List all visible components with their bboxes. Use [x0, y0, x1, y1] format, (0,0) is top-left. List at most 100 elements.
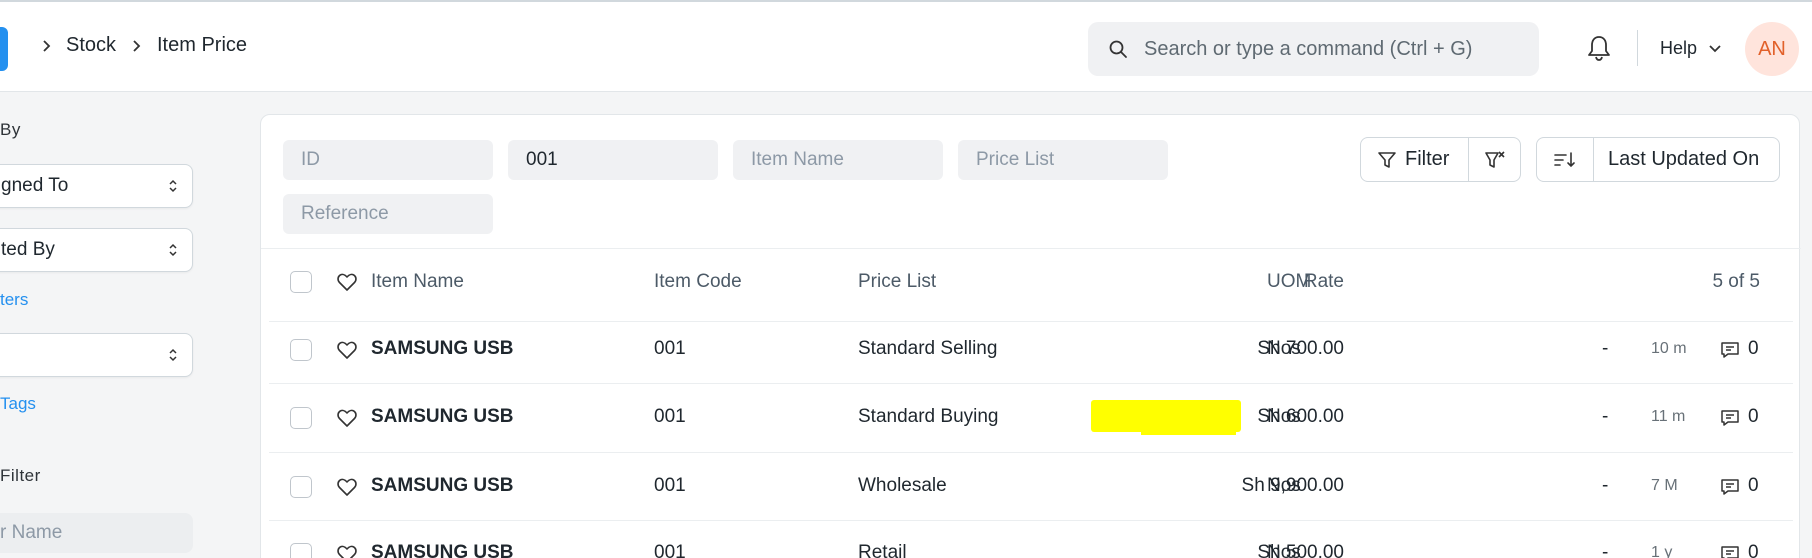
row-modified: 11 m: [1651, 408, 1686, 425]
breadcrumb-stock[interactable]: Stock: [66, 34, 116, 57]
heart-icon[interactable]: [336, 476, 358, 498]
show-tags-link[interactable]: Tags: [0, 394, 36, 414]
heart-icon[interactable]: [336, 271, 358, 293]
column-item-code[interactable]: Item Code: [654, 271, 742, 293]
filter-name-input[interactable]: r Name: [0, 513, 193, 553]
row-item-code: 001: [654, 338, 686, 359]
button-divider: [1593, 138, 1594, 181]
heart-icon[interactable]: [336, 407, 358, 429]
row-dash: -: [1602, 406, 1609, 427]
item-code-filter[interactable]: 001: [508, 140, 718, 180]
tags-select[interactable]: [0, 333, 193, 377]
row-dash: -: [1602, 475, 1609, 496]
reference-filter[interactable]: Reference: [283, 194, 493, 234]
row-checkbox[interactable]: [290, 407, 312, 429]
divider: [269, 520, 1793, 521]
column-uom[interactable]: UOM: [1267, 271, 1311, 293]
row-rate: Sh 500.00: [1257, 542, 1344, 558]
row-item-code: 001: [654, 475, 686, 496]
row-item-code: 001: [654, 406, 686, 427]
sort-icon: [1554, 152, 1575, 168]
search-bar[interactable]: [1088, 22, 1539, 76]
app-logo[interactable]: [0, 27, 8, 71]
row-item-name[interactable]: SAMSUNG USB: [371, 338, 514, 360]
row-modified: 10 m: [1651, 340, 1687, 357]
row-dash: -: [1602, 542, 1609, 558]
comment-icon: [1721, 342, 1739, 358]
row-price-list: Wholesale: [858, 475, 947, 496]
help-dropdown[interactable]: Help: [1660, 38, 1721, 59]
comment-icon: [1721, 410, 1739, 426]
select-arrows-icon: [169, 243, 177, 257]
divider: [261, 248, 1801, 249]
column-item-name[interactable]: Item Name: [371, 271, 464, 293]
row-price-list: Retail: [858, 542, 907, 558]
item-name-filter[interactable]: Item Name: [733, 140, 943, 180]
edit-filters-link[interactable]: ters: [0, 290, 28, 310]
row-dash: -: [1602, 338, 1609, 359]
sort-button-group: Last Updated On: [1536, 137, 1780, 182]
price-list-filter[interactable]: Price List: [958, 140, 1168, 180]
divider: [269, 383, 1793, 384]
row-rate: Sh 700.00: [1257, 338, 1344, 359]
breadcrumb-item-price[interactable]: Item Price: [157, 34, 247, 57]
row-checkbox[interactable]: [290, 476, 312, 498]
column-price-list[interactable]: Price List: [858, 271, 936, 293]
search-input[interactable]: [1144, 22, 1524, 76]
filter-button-group: Filter: [1360, 137, 1521, 182]
chevron-right-icon: [130, 34, 144, 58]
created-by-label: ted By: [1, 239, 55, 260]
assigned-to-label: gned To: [1, 175, 69, 196]
comment-count: 0: [1748, 338, 1759, 359]
select-arrows-icon: [169, 348, 177, 362]
filter-label: Filter: [1405, 148, 1450, 170]
filter-icon: [1378, 152, 1396, 168]
comment-count: 0: [1748, 475, 1759, 496]
row-modified: 7 M: [1651, 477, 1678, 494]
clear-filter-button[interactable]: [1469, 138, 1522, 181]
created-by-select[interactable]: ted By: [0, 228, 193, 272]
row-item-name[interactable]: SAMSUNG USB: [371, 542, 514, 558]
filter-button[interactable]: Filter: [1361, 138, 1468, 181]
group-by-label: By: [0, 120, 21, 139]
heart-icon[interactable]: [336, 339, 358, 361]
chevron-right-icon: [40, 34, 54, 58]
row-price-list: Standard Selling: [858, 338, 998, 359]
help-label: Help: [1660, 38, 1698, 58]
select-all-checkbox[interactable]: [290, 271, 312, 293]
sort-by-button[interactable]: Last Updated On: [1608, 148, 1759, 171]
comment-count: 0: [1748, 406, 1759, 427]
row-item-code: 001: [654, 542, 686, 558]
record-count: 5 of 5: [1712, 271, 1760, 292]
row-uom: Nos: [1267, 338, 1301, 359]
heart-icon[interactable]: [336, 543, 358, 558]
navbar-divider: [1637, 30, 1638, 66]
divider: [269, 321, 1793, 322]
select-arrows-icon: [169, 179, 177, 193]
row-item-name[interactable]: SAMSUNG USB: [371, 475, 514, 497]
bell-icon[interactable]: [1586, 34, 1612, 62]
row-rate: Sh 9,900.00: [1241, 475, 1344, 496]
row-checkbox[interactable]: [290, 339, 312, 361]
row-checkbox[interactable]: [290, 543, 312, 558]
sort-order-button[interactable]: [1537, 138, 1593, 181]
filter-clear-icon: [1485, 151, 1505, 168]
id-filter[interactable]: ID: [283, 140, 493, 180]
assigned-to-select[interactable]: gned To: [0, 164, 193, 208]
search-icon: [1109, 40, 1127, 58]
divider: [269, 452, 1793, 453]
list-card: ID 001 Item Name Price List Reference Fi…: [260, 114, 1801, 558]
row-item-name[interactable]: SAMSUNG USB: [371, 406, 514, 428]
row-uom: Nos: [1267, 475, 1301, 496]
navbar: Stock Item Price Help AN: [0, 0, 1812, 92]
avatar[interactable]: AN: [1745, 22, 1799, 76]
row-modified: 1 y: [1651, 544, 1673, 558]
row-uom: Nos: [1267, 542, 1301, 558]
comment-icon: [1721, 546, 1739, 558]
row-uom: Nos: [1267, 406, 1301, 427]
row-price-list: Standard Buying: [858, 406, 999, 427]
comment-icon: [1721, 479, 1739, 495]
row-rate: Sh 600.00: [1257, 406, 1344, 427]
chevron-down-icon: [1709, 45, 1721, 53]
comment-count: 0: [1748, 542, 1759, 558]
